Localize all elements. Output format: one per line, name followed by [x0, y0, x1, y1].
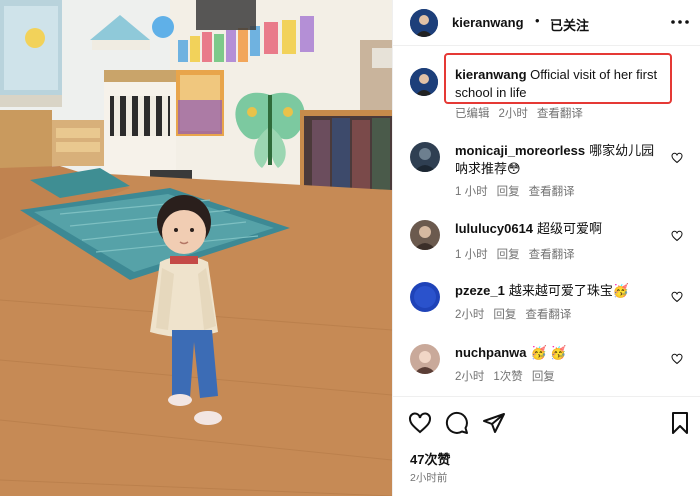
classroom-photo — [0, 0, 392, 496]
caption-avatar[interactable] — [410, 68, 438, 96]
comment-time: 2小时 — [455, 309, 485, 321]
comment-username[interactable]: pzeze_1 — [455, 283, 505, 298]
post-timestamp: 2小时前 — [410, 472, 448, 484]
see-translation-link[interactable]: 查看翻译 — [529, 246, 575, 262]
comment-meta: 2小时 1次赞 回复 — [455, 368, 555, 384]
comment-like-heart-icon[interactable] — [671, 353, 683, 365]
post-header: kieranwang • 已关注 — [393, 0, 700, 46]
comment-meta: 2小时 回复 查看翻译 — [455, 306, 571, 322]
comment-time: 2小时 — [455, 371, 485, 383]
comment-time: 1 小时 — [455, 249, 488, 261]
see-translation-link[interactable]: 查看翻译 — [529, 183, 575, 199]
send-icon[interactable] — [482, 411, 506, 435]
reply-button[interactable]: 回复 — [497, 246, 520, 262]
author-username[interactable]: kieranwang — [452, 15, 524, 30]
comment-like-heart-icon[interactable] — [671, 230, 683, 242]
comment-meta: 1 小时 回复 查看翻译 — [455, 183, 575, 199]
comment-meta: 1 小时 回复 查看翻译 — [455, 246, 575, 262]
commenter-avatar[interactable] — [410, 142, 440, 172]
see-translation-link[interactable]: 查看翻译 — [525, 306, 571, 322]
caption-highlight-box — [444, 53, 672, 104]
like-count[interactable]: 47次赞 — [410, 449, 450, 468]
bookmark-icon[interactable] — [668, 411, 692, 435]
commenter-avatar[interactable] — [410, 344, 440, 374]
author-avatar[interactable] — [410, 9, 438, 37]
comment-item: lululucy0614 超级可爱啊 1 小时 回复 查看翻译 — [410, 220, 693, 264]
comment-username[interactable]: lululucy0614 — [455, 221, 533, 236]
comment-username[interactable]: nuchpanwa — [455, 345, 527, 360]
comment-item: nuchpanwa 🥳 🥳 2小时 1次赞 回复 — [410, 344, 693, 388]
separator-dot: • — [535, 13, 540, 28]
reply-button[interactable]: 回复 — [497, 183, 520, 199]
caption-time: 2小时 — [498, 108, 528, 120]
see-translation-link[interactable]: 查看翻译 — [537, 105, 583, 121]
caption-meta: 已编辑 2小时 查看翻译 — [455, 105, 583, 121]
comment-text: 🥳 🥳 — [530, 345, 567, 360]
edited-label: 已编辑 — [455, 108, 490, 120]
commenter-avatar[interactable] — [410, 282, 440, 312]
comment-like-heart-icon[interactable] — [671, 291, 683, 303]
comment-like-count[interactable]: 1次赞 — [493, 368, 522, 384]
comment-bubble-icon[interactable] — [445, 411, 469, 435]
comment-text: 越来越可爱了珠宝🥳 — [508, 283, 630, 298]
comment-body: pzeze_1 越来越可爱了珠宝🥳 — [455, 282, 660, 300]
comment-time: 1 小时 — [455, 186, 488, 198]
comment-body: monicaji_moreorless 哪家幼儿园呐求推荐😳 — [455, 142, 660, 178]
comment-like-heart-icon[interactable] — [671, 152, 683, 164]
post-photo[interactable] — [0, 0, 392, 496]
comment-item: monicaji_moreorless 哪家幼儿园呐求推荐😳 1 小时 回复 查看… — [410, 142, 693, 200]
more-options-icon[interactable] — [670, 10, 690, 34]
heart-icon[interactable] — [408, 411, 432, 435]
post-sidebar: kieranwang • 已关注 kieranwang Official vis… — [392, 0, 700, 496]
comment-username[interactable]: monicaji_moreorless — [455, 143, 585, 158]
reply-button[interactable]: 回复 — [493, 306, 516, 322]
post-actions: 47次赞 2小时前 — [393, 396, 700, 496]
following-button[interactable]: 已关注 — [550, 15, 589, 34]
comment-item: pzeze_1 越来越可爱了珠宝🥳 2小时 回复 查看翻译 — [410, 282, 693, 326]
comment-body: lululucy0614 超级可爱啊 — [455, 220, 660, 238]
reply-button[interactable]: 回复 — [532, 368, 555, 384]
comment-body: nuchpanwa 🥳 🥳 — [455, 344, 660, 362]
comment-text: 超级可爱啊 — [537, 221, 603, 236]
commenter-avatar[interactable] — [410, 220, 440, 250]
